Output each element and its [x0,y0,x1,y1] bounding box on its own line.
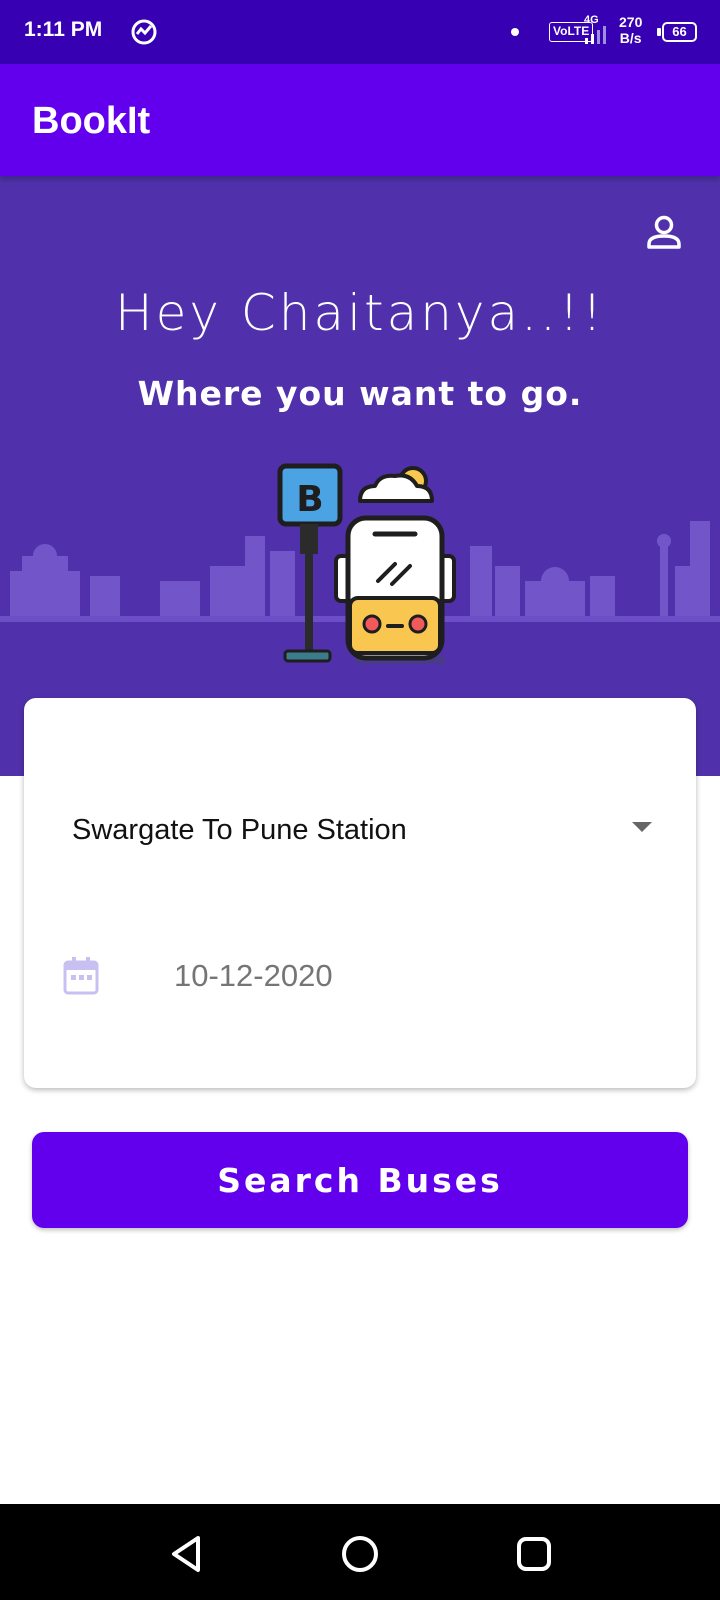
signal-icon [585,26,606,44]
date-value[interactable]: 10-12-2020 [174,958,333,994]
route-selected-value: Swargate To Pune Station [72,814,407,846]
date-picker[interactable]: 10-12-2020 [62,948,662,1004]
home-icon[interactable] [338,1532,382,1576]
speed-unit: B/s [619,30,642,46]
app-title: BookIt [32,100,151,142]
calendar-icon[interactable] [62,956,100,996]
sync-icon [131,19,157,45]
bus [334,515,456,664]
battery-icon: 66 [657,22,697,42]
speed-value: 270 [619,14,643,30]
recents-icon[interactable] [512,1532,556,1576]
subtitle-text: Where you want to go. [137,374,583,413]
route-dropdown[interactable]: Swargate To Pune Station [72,800,652,856]
back-icon[interactable] [164,1532,208,1576]
svg-text:B: B [296,479,323,520]
notification-dot [511,28,519,36]
hero-banner: Hey Chaitanya..!! Where you want to go. [0,176,720,776]
cloud [358,466,434,503]
greeting-text: Hey Chaitanya..!! [114,284,605,342]
search-form-card: Swargate To Pune Station 10-12-2020 [24,698,696,1088]
profile-icon[interactable] [644,212,684,252]
network-type: 4G [584,14,599,26]
status-time: 1:11 PM [24,18,103,41]
search-buses-button[interactable]: Search Buses [32,1132,688,1228]
dropdown-arrow-icon[interactable] [632,822,652,832]
network-speed: 270 B/s [619,14,642,46]
status-bar: 1:11 PM VoLTE 4G 270 B/s 66 [0,0,720,64]
navigation-bar [0,1504,720,1600]
app-bar: BookIt [0,64,720,176]
